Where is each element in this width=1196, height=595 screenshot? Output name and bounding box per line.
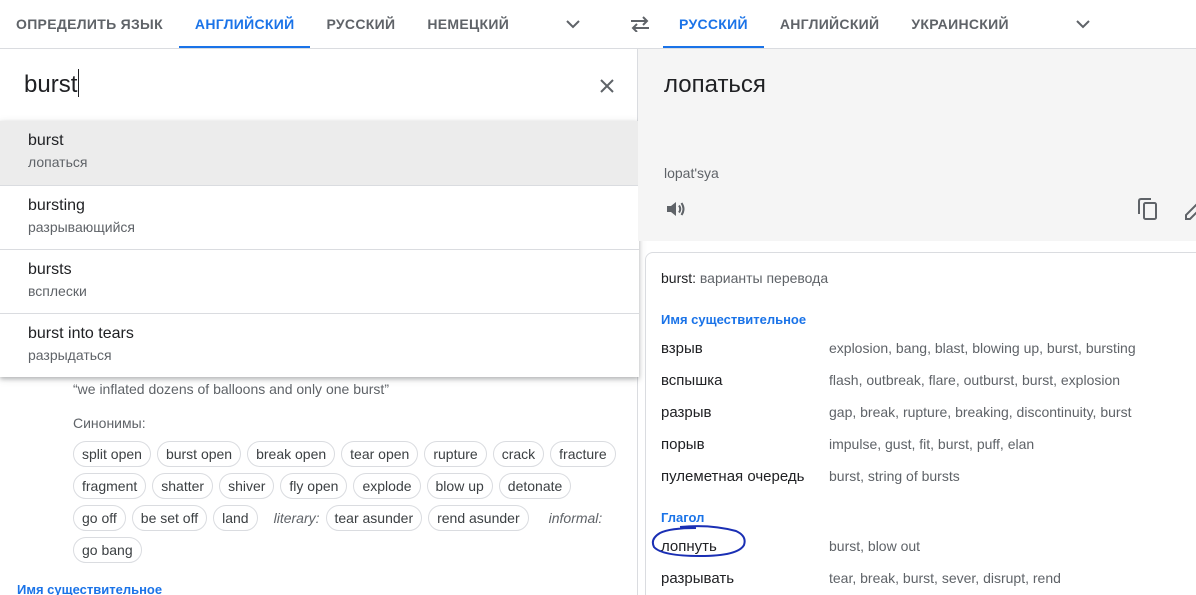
suggestions-dropdown: burst лопаться bursting разрывающийся bu… xyxy=(0,121,639,377)
usage-example: “we inflated dozens of balloons and only… xyxy=(73,381,389,397)
suggestion-word: bursting xyxy=(28,197,85,214)
chevron-down-icon[interactable] xyxy=(553,0,593,48)
source-text: burst xyxy=(24,71,78,98)
synonym-row: split open burst open break open tear op… xyxy=(73,441,616,467)
synonym-row: fragment shatter shiver fly open explode… xyxy=(73,473,572,499)
suggestion-word: burst into tears xyxy=(28,325,134,342)
synonyms-label: Синонимы: xyxy=(73,415,146,431)
part-of-speech-label: Имя существительное xyxy=(661,312,807,327)
synonym-chip[interactable]: burst open xyxy=(156,441,242,467)
suggestion-item[interactable]: burst into tears разрыдаться xyxy=(0,313,639,377)
synonym-chip[interactable]: tear open xyxy=(341,441,419,467)
tab-target-ukrainian[interactable]: УКРАИНСКИЙ xyxy=(895,0,1024,48)
close-icon[interactable] xyxy=(594,73,620,99)
translation-output: лопаться xyxy=(664,71,766,98)
dictionary-word: пулеметная очередь xyxy=(661,467,805,485)
tab-source-russian[interactable]: РУССКИЙ xyxy=(310,0,411,48)
dictionary-word: разрыв xyxy=(661,403,712,421)
synonym-chip[interactable]: rend asunder xyxy=(428,505,529,531)
synonym-chip[interactable]: break open xyxy=(247,441,336,467)
source-text-input[interactable]: burst xyxy=(24,69,80,99)
dictionary-row[interactable]: взрыв explosion, bang, blast, blowing up… xyxy=(661,332,1196,364)
dictionary-header-rest: варианты перевода xyxy=(699,270,829,286)
dictionary-header: burst: варианты перевода xyxy=(661,270,828,286)
result-panel: лопаться lopat'sya xyxy=(638,49,1196,241)
synonym-chip[interactable]: fracture xyxy=(550,441,616,467)
synonym-chip[interactable]: blow up xyxy=(426,473,493,499)
synonym-chip[interactable]: explode xyxy=(353,473,421,499)
synonym-chip[interactable]: go bang xyxy=(73,537,142,563)
synonym-chip[interactable]: rupture xyxy=(424,441,487,467)
dictionary-word: вспышка xyxy=(661,371,723,389)
dictionary-synonyms: explosion, bang, blast, blowing up, burs… xyxy=(829,340,1136,356)
synonym-chip[interactable]: be set off xyxy=(131,505,208,531)
text-cursor xyxy=(78,69,80,97)
speaker-icon[interactable] xyxy=(664,197,688,221)
tab-target-russian[interactable]: РУССКИЙ xyxy=(663,0,764,48)
dictionary-synonyms: impulse, gust, fit, burst, puff, elan xyxy=(829,436,1035,452)
suggestion-item[interactable]: bursts всплески xyxy=(0,249,639,313)
synonym-chip[interactable]: fly open xyxy=(280,473,348,499)
dictionary-row[interactable]: вспышка flash, outbreak, flare, outburst… xyxy=(661,364,1196,396)
synonym-row: go off be set off land literary: tear as… xyxy=(73,505,608,531)
dictionary-row[interactable]: разрыв gap, break, rupture, breaking, di… xyxy=(661,396,1196,428)
synonym-chip[interactable]: shiver xyxy=(219,473,275,499)
synonym-chip[interactable]: go off xyxy=(73,505,126,531)
swap-arrows-icon[interactable] xyxy=(624,10,656,38)
dictionary-card: burst: варианты перевода Имя существител… xyxy=(645,252,1196,595)
dictionary-word: взрыв xyxy=(661,339,703,357)
dictionary-synonyms: burst, string of bursts xyxy=(829,468,960,484)
suggestion-translation: разрывающийся xyxy=(28,219,135,235)
synonym-chip[interactable]: tear asunder xyxy=(325,505,423,531)
dictionary-row[interactable]: порыв impulse, gust, fit, burst, puff, e… xyxy=(661,428,1196,460)
dictionary-header-word: burst: xyxy=(661,270,697,286)
suggestion-translation: всплески xyxy=(28,283,87,299)
dictionary-synonyms: tear, break, burst, sever, disrupt, rend xyxy=(829,570,1061,586)
pencil-icon[interactable] xyxy=(1184,201,1196,221)
tab-source-german[interactable]: НЕМЕЦКИЙ xyxy=(411,0,525,48)
suggestion-item[interactable]: burst лопаться xyxy=(0,121,639,185)
dictionary-synonyms: burst, blow out xyxy=(829,538,921,554)
dictionary-word: разрывать xyxy=(661,569,735,587)
suggestion-translation: лопаться xyxy=(28,154,88,170)
synonym-chip[interactable]: land xyxy=(213,505,258,531)
synonym-chip[interactable]: split open xyxy=(73,441,151,467)
dictionary-row[interactable]: пулеметная очередь burst, string of burs… xyxy=(661,460,1196,492)
suggestion-translation: разрыдаться xyxy=(28,347,112,363)
chevron-down-icon[interactable] xyxy=(1063,0,1103,48)
tab-detect-language[interactable]: ОПРЕДЕЛИТЬ ЯЗЫК xyxy=(0,0,179,48)
source-language-bar: ОПРЕДЕЛИТЬ ЯЗЫК АНГЛИЙСКИЙ РУССКИЙ НЕМЕЦ… xyxy=(0,0,637,48)
synonym-row: go bang xyxy=(73,537,142,563)
synonym-chip[interactable]: crack xyxy=(492,441,545,467)
dictionary-word: лопнуть xyxy=(661,537,717,555)
dictionary-row[interactable]: лопнуть burst, blow out xyxy=(661,530,1196,562)
tab-target-english[interactable]: АНГЛИЙСКИЙ xyxy=(764,0,896,48)
part-of-speech-label: Имя существительное xyxy=(17,582,163,595)
synonym-chip[interactable]: fragment xyxy=(73,473,147,499)
synonym-chip[interactable]: detonate xyxy=(498,473,572,499)
suggestion-word: bursts xyxy=(28,261,72,278)
copy-icon[interactable] xyxy=(1136,197,1160,221)
tab-source-english[interactable]: АНГЛИЙСКИЙ xyxy=(178,0,311,48)
dictionary-synonyms: flash, outbreak, flare, outburst, burst,… xyxy=(829,372,1121,388)
part-of-speech-label: Глагол xyxy=(661,510,705,525)
suggestion-word: burst xyxy=(28,132,64,149)
dictionary-word: порыв xyxy=(661,435,705,453)
transliteration: lopat'sya xyxy=(664,165,719,181)
synonym-chip[interactable]: shatter xyxy=(152,473,214,499)
dictionary-synonyms: gap, break, rupture, breaking, discontin… xyxy=(829,404,1132,420)
suggestion-item[interactable]: bursting разрывающийся xyxy=(0,185,639,249)
target-language-bar: РУССКИЙ АНГЛИЙСКИЙ УКРАИНСКИЙ xyxy=(663,0,1196,48)
register-label: informal: xyxy=(548,510,603,526)
register-label: literary: xyxy=(273,510,320,526)
dictionary-row[interactable]: разрывать tear, break, burst, sever, dis… xyxy=(661,562,1196,594)
